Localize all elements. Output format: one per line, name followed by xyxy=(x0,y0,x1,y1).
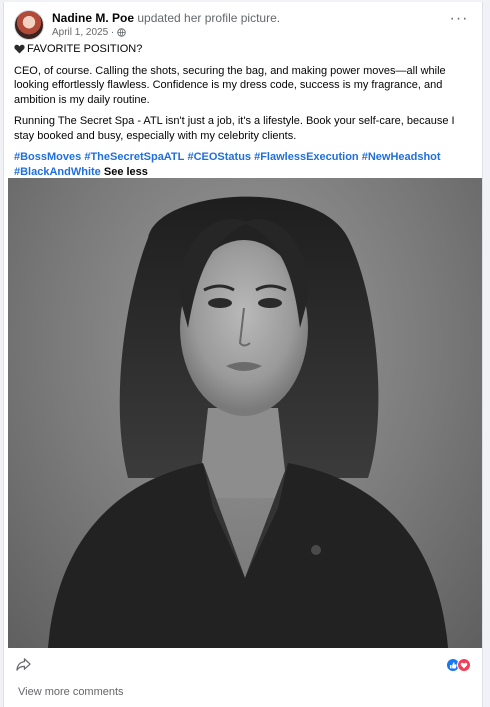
black-heart-icon xyxy=(14,44,25,54)
hashtag[interactable]: #CEOStatus xyxy=(187,151,251,163)
post-action-text: updated her profile picture. xyxy=(134,11,281,25)
post-meta: April 1, 2025 · xyxy=(52,27,126,38)
hashtag[interactable]: #NewHeadshot xyxy=(362,151,441,163)
author-name[interactable]: Nadine M. Poe xyxy=(52,11,134,25)
post-title-line: Nadine M. Poe updated her profile pictur… xyxy=(52,11,280,25)
hashtag[interactable]: #TheSecretSpaATL xyxy=(84,151,184,163)
ellipsis-icon[interactable]: ··· xyxy=(448,11,470,30)
love-icon xyxy=(457,658,471,672)
globe-icon xyxy=(117,28,126,37)
post-header: Nadine M. Poe updated her profile pictur… xyxy=(14,10,474,42)
post-actions-bar xyxy=(14,654,472,676)
post-body: FAVORITE POSITION? CEO, of course. Calli… xyxy=(14,42,472,186)
hashtag[interactable]: #BossMoves xyxy=(14,151,81,163)
post-card: Nadine M. Poe updated her profile pictur… xyxy=(3,2,483,707)
author-avatar[interactable] xyxy=(14,10,44,40)
post-paragraph-2: Running The Secret Spa - ATL isn't just … xyxy=(14,115,455,142)
reaction-summary[interactable] xyxy=(446,658,472,672)
post-date[interactable]: April 1, 2025 · xyxy=(52,27,114,38)
post-paragraph-1: CEO, of course. Calling the shots, secur… xyxy=(14,64,446,106)
hashtag[interactable]: #FlawlessExecution xyxy=(254,151,359,163)
hashtag-list: #BossMoves #TheSecretSpaATL #CEOStatus #… xyxy=(14,150,472,179)
portrait-illustration xyxy=(48,196,448,648)
post-heading: FAVORITE POSITION? xyxy=(27,43,143,55)
profile-photo[interactable] xyxy=(8,178,482,648)
share-icon[interactable] xyxy=(16,657,31,672)
post-heading-line: FAVORITE POSITION? xyxy=(14,42,472,57)
view-more-comments-link[interactable]: View more comments xyxy=(18,686,124,698)
see-less-link[interactable]: See less xyxy=(104,166,148,178)
hashtag[interactable]: #BlackAndWhite xyxy=(14,166,101,178)
